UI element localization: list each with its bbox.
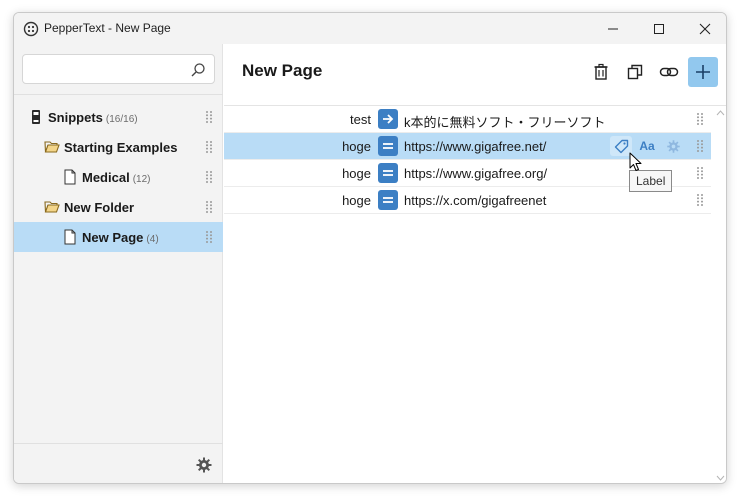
pepper-app-icon bbox=[23, 21, 39, 37]
folder-open-icon bbox=[44, 141, 60, 153]
copy-icon bbox=[627, 64, 643, 80]
search-box[interactable] bbox=[22, 54, 215, 84]
snippet-type-button[interactable] bbox=[378, 190, 398, 210]
trash-icon bbox=[594, 63, 608, 80]
close-button[interactable] bbox=[682, 13, 726, 44]
tree-item-name: New Page bbox=[82, 230, 144, 245]
tree-item-name: New Folder bbox=[64, 200, 135, 215]
drag-handle-icon[interactable] bbox=[205, 140, 213, 154]
snippet-type-button[interactable] bbox=[378, 163, 398, 183]
main-panel: New Page test k本的に無料ソフト・フリーソフト hoge http… bbox=[224, 44, 726, 483]
drag-handle-icon[interactable] bbox=[696, 112, 704, 126]
app-window: PepperText - New Page Snippets (16/16) S… bbox=[13, 12, 727, 484]
snippet-row[interactable]: test k本的に無料ソフト・フリーソフト bbox=[224, 106, 711, 133]
tree-item-label: Medical (12) bbox=[82, 170, 150, 185]
tree-item-count: (4) bbox=[146, 234, 159, 245]
copy-button[interactable] bbox=[620, 57, 650, 87]
tree-item-medical[interactable]: Medical (12) bbox=[14, 162, 223, 192]
snippet-abbreviation: hoge bbox=[342, 193, 371, 208]
add-snippet-button[interactable] bbox=[688, 57, 718, 87]
snippet-abbreviation: test bbox=[350, 112, 371, 127]
link-icon bbox=[659, 67, 679, 77]
drag-handle-icon[interactable] bbox=[205, 170, 213, 184]
drag-handle-icon[interactable] bbox=[205, 110, 213, 124]
sidebar-footer-divider bbox=[14, 443, 223, 444]
snippet-value: k本的に無料ソフト・フリーソフト bbox=[404, 115, 606, 130]
tree-item-new-folder[interactable]: New Folder bbox=[14, 192, 223, 222]
window-title: PepperText - New Page bbox=[44, 21, 171, 35]
snippet-abbreviation: hoge bbox=[342, 139, 371, 154]
tree-item-count: (16/16) bbox=[105, 114, 138, 125]
page-icon bbox=[64, 229, 76, 245]
gear-icon bbox=[666, 139, 680, 153]
equals-icon bbox=[383, 197, 393, 203]
sidebar: Snippets (16/16) Starting Examples Medic… bbox=[14, 44, 223, 483]
drag-handle-icon[interactable] bbox=[696, 193, 704, 207]
tree-item-label: Starting Examples bbox=[64, 140, 180, 155]
tree-item-name: Snippets bbox=[48, 110, 103, 125]
drag-handle-icon[interactable] bbox=[205, 230, 213, 244]
snippet-type-button[interactable] bbox=[378, 109, 398, 129]
maximize-icon bbox=[654, 23, 664, 34]
plus-icon bbox=[696, 65, 710, 79]
tree-item-new-page[interactable]: New Page (4) bbox=[14, 222, 223, 252]
drag-handle-icon[interactable] bbox=[205, 200, 213, 214]
tree-item-count: (12) bbox=[132, 174, 151, 185]
minimize-icon bbox=[608, 28, 618, 29]
link-button[interactable] bbox=[654, 57, 684, 87]
tree-item-snippets[interactable]: Snippets (16/16) bbox=[14, 102, 223, 132]
tree-item-name: Medical bbox=[82, 170, 130, 185]
tree-item-starting-examples[interactable]: Starting Examples bbox=[14, 132, 223, 162]
tree-item-label: New Folder bbox=[64, 200, 137, 215]
case-label: Aa bbox=[639, 139, 655, 153]
page-icon bbox=[64, 169, 76, 185]
vertical-scrollbar[interactable] bbox=[713, 106, 726, 483]
drag-handle-icon[interactable] bbox=[696, 166, 704, 180]
mouse-cursor-icon bbox=[629, 152, 642, 171]
arrow-right-icon bbox=[383, 114, 394, 124]
sidebar-divider bbox=[14, 94, 223, 95]
snippet-value: https://x.com/gigafreenet bbox=[404, 193, 547, 208]
tree-item-label: New Page (4) bbox=[82, 230, 159, 245]
search-input[interactable] bbox=[29, 60, 189, 78]
folder-open-icon bbox=[44, 201, 60, 213]
page-title: New Page bbox=[242, 61, 323, 80]
title-bar[interactable]: PepperText - New Page bbox=[14, 13, 726, 44]
settings-gear-icon[interactable] bbox=[195, 456, 213, 474]
maximize-button[interactable] bbox=[636, 13, 682, 44]
tree-item-name: Starting Examples bbox=[64, 140, 178, 155]
snippet-type-button[interactable] bbox=[378, 136, 398, 156]
search-icon[interactable] bbox=[189, 61, 207, 79]
tree-item-label: Snippets (16/16) bbox=[48, 110, 138, 125]
minimize-button[interactable] bbox=[590, 13, 636, 44]
snippet-abbreviation: hoge bbox=[342, 166, 371, 181]
delete-button[interactable] bbox=[586, 57, 616, 87]
tooltip: Label bbox=[629, 170, 673, 192]
close-icon bbox=[699, 23, 711, 34]
equals-icon bbox=[383, 170, 393, 176]
scrollbar-arrows-icon bbox=[716, 110, 725, 481]
equals-icon bbox=[383, 143, 393, 149]
snippet-settings-button[interactable] bbox=[662, 136, 684, 156]
tag-icon bbox=[614, 139, 628, 153]
snippet-value: https://www.gigafree.org/ bbox=[404, 166, 548, 181]
database-icon bbox=[32, 110, 40, 124]
drag-handle-icon[interactable] bbox=[696, 139, 704, 153]
snippet-value: https://www.gigafree.net/ bbox=[404, 139, 547, 154]
